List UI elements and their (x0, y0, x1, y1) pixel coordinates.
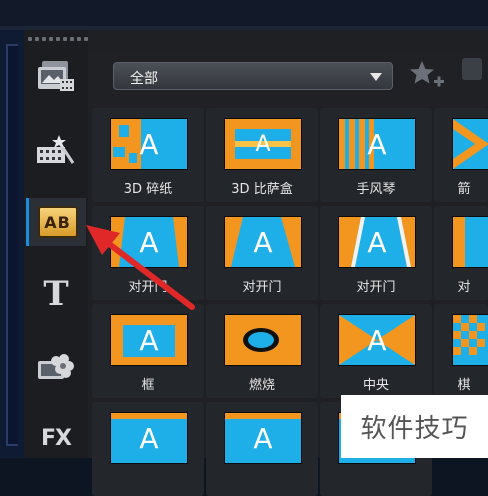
transition-label: 中央 (362, 378, 389, 393)
title-button[interactable]: T (26, 270, 86, 318)
media-library-button[interactable] (26, 52, 86, 100)
transition-thumbnail[interactable]: A 手风琴 (320, 108, 432, 202)
transition-preview (224, 314, 302, 366)
transition-preview: A (338, 216, 416, 268)
transition-preview: A (224, 412, 302, 464)
watermark: 软件技巧 (341, 395, 488, 458)
graphics-icon (38, 354, 74, 379)
title-text-icon: T (43, 274, 69, 314)
transition-label: 3D 比萨盒 (231, 182, 293, 197)
transition-button[interactable]: AB (26, 198, 86, 246)
star-add-icon (410, 61, 444, 87)
media-library-icon (38, 61, 74, 91)
transition-preview: A (224, 118, 302, 170)
transition-preview: A (110, 118, 188, 170)
overflow-toolbar-button[interactable] (462, 58, 482, 80)
transition-thumbnail[interactable]: A (206, 402, 318, 496)
transition-preview (452, 118, 488, 170)
transition-label: 框 (141, 378, 155, 393)
transition-thumbnail[interactable]: A 中央 (320, 304, 432, 398)
transition-label: 手风琴 (356, 182, 396, 197)
transition-label: 对 (457, 280, 471, 295)
transition-thumbnail[interactable]: A (92, 402, 204, 496)
transition-preview: A (110, 412, 188, 464)
transition-label: 箭 (457, 182, 471, 197)
transition-preview: A (338, 118, 416, 170)
transition-label: 棋 (457, 378, 471, 393)
transition-preview: A (224, 216, 302, 268)
transition-thumbnail[interactable]: A 框 (92, 304, 204, 398)
category-dropdown[interactable]: 全部 (113, 62, 393, 90)
transition-preview (452, 216, 488, 268)
transition-preview (452, 314, 488, 366)
graphics-button[interactable] (26, 342, 86, 390)
filter-button[interactable]: FX (26, 414, 86, 462)
transition-preview: A (110, 314, 188, 366)
transition-ab-icon: AB (37, 206, 78, 238)
transition-label: 对开门 (242, 280, 282, 295)
transition-thumbnail[interactable]: A 3D 碎纸 (92, 108, 204, 202)
instant-project-icon (37, 135, 75, 164)
filter-fx-icon: FX (41, 425, 72, 451)
annotation-arrow-icon (86, 225, 195, 310)
chevron-down-icon (370, 73, 382, 81)
transition-thumbnail[interactable]: 箭 (434, 108, 488, 202)
add-to-favorites-button[interactable] (408, 58, 448, 94)
transition-thumbnail[interactable]: 棋 (434, 304, 488, 398)
transition-thumbnail[interactable]: A 对开门 (320, 206, 432, 300)
category-dropdown-value: 全部 (130, 71, 158, 87)
transition-thumbnail[interactable]: A 3D 比萨盒 (206, 108, 318, 202)
transition-label: 3D 碎纸 (123, 182, 173, 197)
instant-project-button[interactable] (26, 126, 86, 174)
preview-panel-edge (0, 30, 25, 458)
top-bar (0, 0, 488, 30)
transition-label: 对开门 (356, 280, 396, 295)
transition-thumbnail[interactable]: A 对开门 (206, 206, 318, 300)
transition-thumbnail[interactable]: 对 (434, 206, 488, 300)
transition-thumbnail[interactable]: 燃烧 (206, 304, 318, 398)
transition-label: 燃烧 (248, 378, 275, 393)
transition-preview: A (338, 314, 416, 366)
